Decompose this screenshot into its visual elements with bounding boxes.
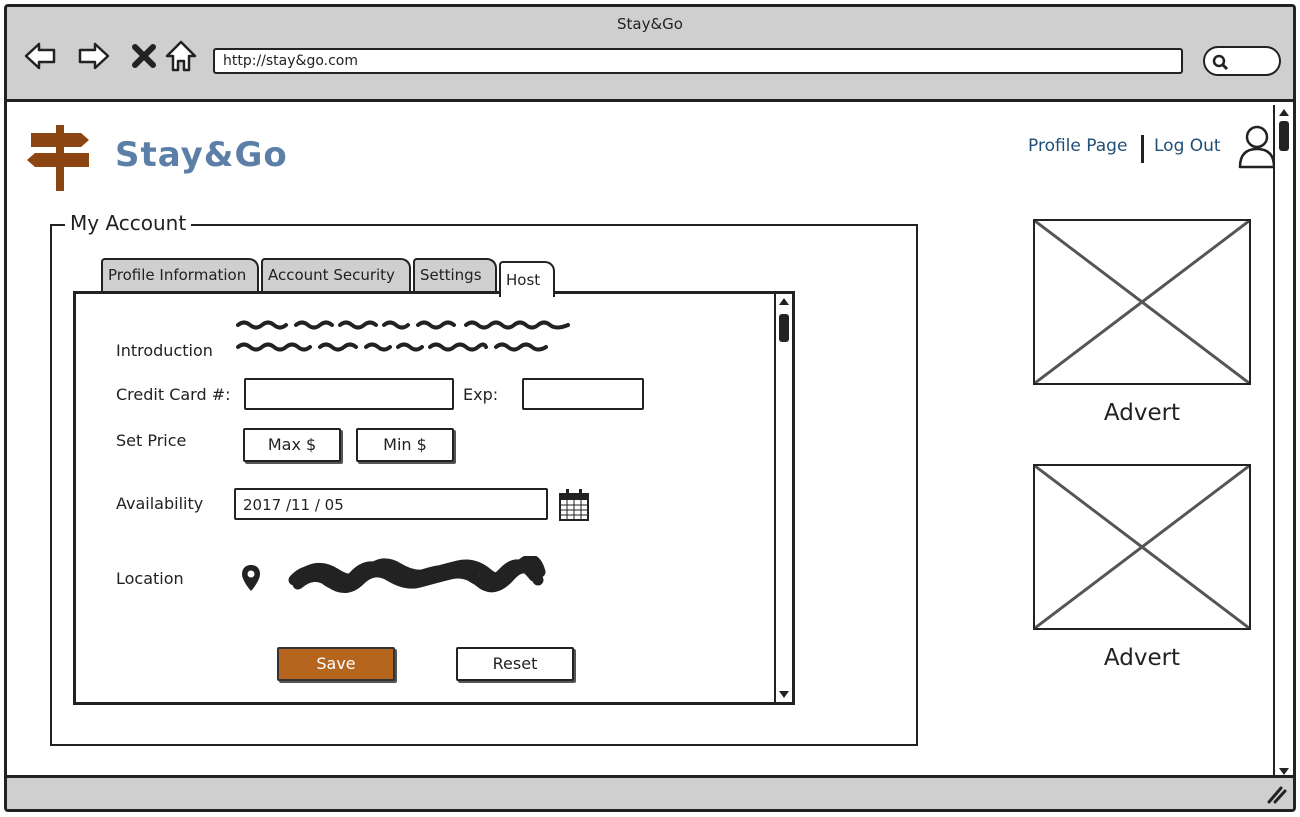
advert-label: Advert <box>1103 645 1181 671</box>
log-out-link[interactable]: Log Out <box>1154 136 1221 156</box>
availability-label: Availability <box>116 494 204 513</box>
stop-icon[interactable] <box>127 39 161 73</box>
tab-profile-information[interactable]: Profile Information <box>101 258 259 291</box>
scroll-down-icon[interactable] <box>778 690 790 700</box>
min-price-button[interactable]: Min $ <box>356 428 454 462</box>
forward-icon[interactable] <box>77 39 111 73</box>
credit-card-label: Credit Card #: <box>116 385 231 404</box>
set-price-label: Set Price <box>116 431 187 450</box>
link-divider <box>1141 135 1144 163</box>
location-pin-icon <box>242 565 260 591</box>
site-name: Stay&Go <box>115 135 288 175</box>
max-price-button[interactable]: Max $ <box>243 428 341 462</box>
save-button[interactable]: Save <box>277 647 395 681</box>
exp-label: Exp: <box>463 385 499 404</box>
tab-settings[interactable]: Settings <box>413 258 497 291</box>
panel-scrollbar[interactable] <box>774 294 792 702</box>
introduction-label: Introduction <box>116 341 213 360</box>
browser-window: Stay&Go http://stay&go.com Stay&Go Profi… <box>4 4 1296 812</box>
signpost-logo-icon <box>27 125 89 191</box>
calendar-icon[interactable] <box>558 488 590 522</box>
availability-date-input[interactable]: 2017 /11 / 05 <box>234 488 548 520</box>
search-icon <box>1212 54 1229 71</box>
credit-card-input[interactable] <box>244 378 454 410</box>
url-bar[interactable]: http://stay&go.com <box>213 48 1183 74</box>
browser-toolbar: Stay&Go http://stay&go.com <box>7 7 1293 102</box>
browser-search-field[interactable] <box>1203 46 1281 76</box>
back-icon[interactable] <box>23 39 57 73</box>
reset-button[interactable]: Reset <box>456 647 574 681</box>
home-icon[interactable] <box>164 39 198 73</box>
tab-account-security[interactable]: Account Security <box>261 258 411 291</box>
location-value-scribble[interactable] <box>284 556 550 594</box>
my-account-legend: My Account <box>65 211 192 235</box>
advert-image-placeholder[interactable] <box>1033 219 1251 385</box>
tab-host[interactable]: Host <box>499 261 555 297</box>
advert-image-placeholder[interactable] <box>1033 464 1251 630</box>
exp-input[interactable] <box>522 378 644 410</box>
panel-scroll-thumb[interactable] <box>779 314 789 342</box>
scroll-up-icon[interactable] <box>778 296 790 306</box>
location-label: Location <box>116 569 184 588</box>
scroll-up-icon[interactable] <box>1278 107 1290 117</box>
page-scrollbar[interactable] <box>1273 105 1293 779</box>
window-title: Stay&Go <box>617 15 683 33</box>
advert-label: Advert <box>1103 400 1181 426</box>
introduction-text-scribble[interactable] <box>234 316 579 352</box>
resize-grip-icon[interactable] <box>1265 784 1287 804</box>
page-scroll-thumb[interactable] <box>1279 121 1289 151</box>
browser-status-bar <box>7 775 1293 809</box>
host-panel: Introduction Credit Card #: Exp: Set Pri… <box>73 291 795 705</box>
profile-page-link[interactable]: Profile Page <box>1028 136 1127 156</box>
user-icon[interactable] <box>1237 123 1277 169</box>
